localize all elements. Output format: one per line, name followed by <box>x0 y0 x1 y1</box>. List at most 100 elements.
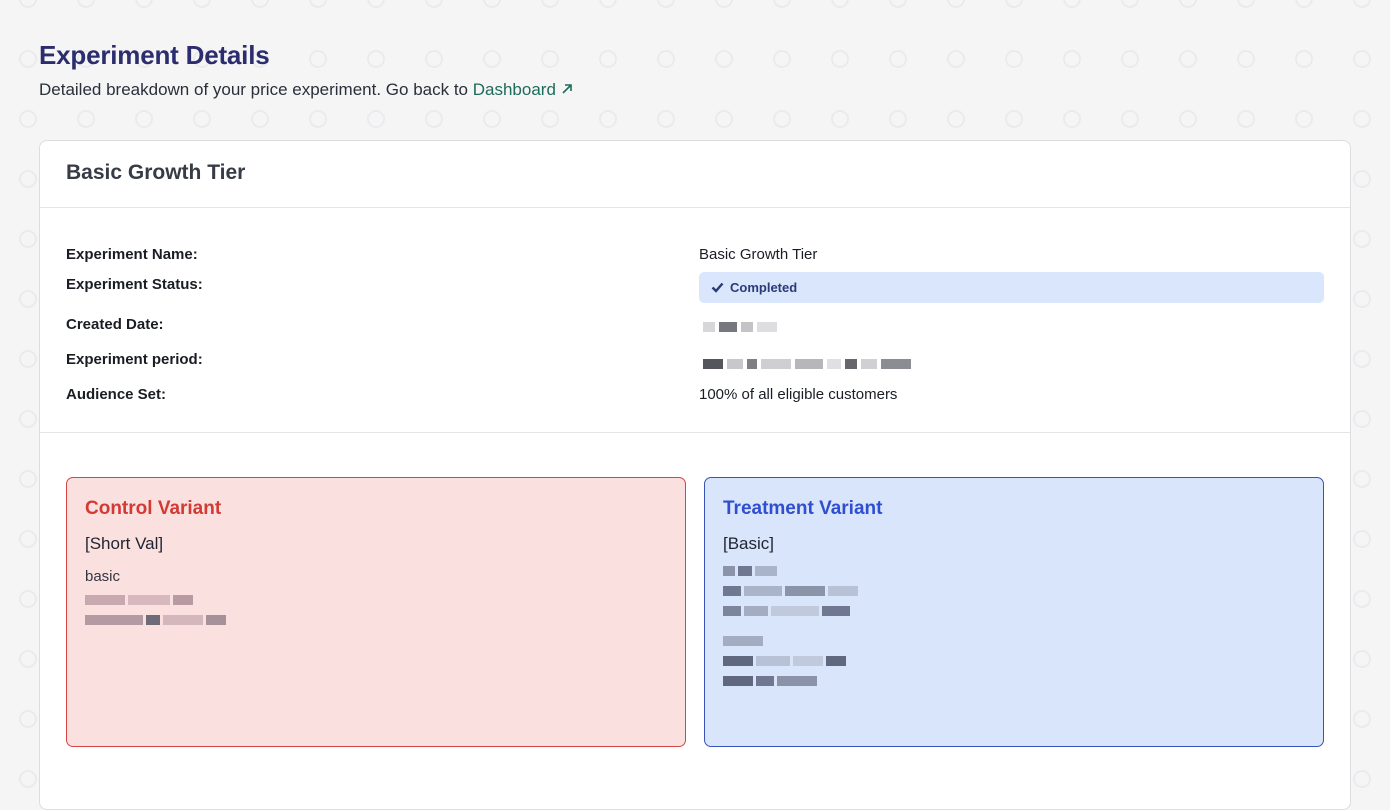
background-pattern-dot <box>889 50 907 68</box>
background-pattern-dot <box>947 110 965 128</box>
background-pattern-dot <box>1353 0 1371 8</box>
background-pattern-dot <box>19 710 37 728</box>
background-pattern-dot <box>1121 50 1139 68</box>
background-pattern-dot <box>541 110 559 128</box>
background-pattern-dot <box>19 50 37 68</box>
background-pattern-dot <box>19 290 37 308</box>
background-pattern-dot <box>367 110 385 128</box>
background-pattern-dot <box>19 110 37 128</box>
created-date-value-redacted <box>703 322 777 332</box>
background-pattern-dot <box>1063 0 1081 8</box>
background-pattern-dot <box>831 50 849 68</box>
experiment-card: Basic Growth Tier Experiment Name: Basic… <box>39 140 1351 810</box>
background-pattern-dot <box>483 110 501 128</box>
control-variant-subtitle: [Short Val] <box>85 534 164 553</box>
dashboard-link-label[interactable]: Dashboard <box>473 80 556 99</box>
check-icon <box>711 282 724 293</box>
experiment-period-label: Experiment period: <box>66 351 203 368</box>
background-pattern-dot <box>19 230 37 248</box>
background-pattern-dot <box>19 0 37 8</box>
background-pattern-dot <box>1353 350 1371 368</box>
background-pattern-dot <box>1295 110 1313 128</box>
status-text: Completed <box>730 280 798 295</box>
background-pattern-dot <box>193 0 211 8</box>
background-pattern-dot <box>1353 710 1371 728</box>
audience-set-label: Audience Set: <box>66 386 167 403</box>
background-pattern-dot <box>1353 110 1371 128</box>
background-pattern-dot <box>1179 0 1197 8</box>
background-pattern-dot <box>1063 50 1081 68</box>
background-pattern-dot <box>541 50 559 68</box>
background-pattern-dot <box>309 50 327 68</box>
treatment-variant-subtitle: [Basic] <box>723 534 775 553</box>
dashboard-link[interactable]: Dashboard <box>473 80 573 99</box>
background-pattern-dot <box>889 110 907 128</box>
background-pattern-dot <box>1179 110 1197 128</box>
background-pattern-dot <box>599 50 617 68</box>
background-pattern-dot <box>425 50 443 68</box>
background-pattern-dot <box>1353 470 1371 488</box>
experiment-status-label: Experiment Status: <box>66 276 203 293</box>
background-pattern-dot <box>135 0 153 8</box>
background-pattern-dot <box>1237 110 1255 128</box>
background-pattern-dot <box>1353 530 1371 548</box>
control-variant-line: basic <box>85 568 121 585</box>
background-pattern-dot <box>19 770 37 788</box>
page-subtitle: Detailed breakdown of your price experim… <box>39 80 573 100</box>
background-pattern-dot <box>831 0 849 8</box>
background-pattern-dot <box>1353 410 1371 428</box>
background-pattern-dot <box>541 0 559 8</box>
background-pattern-dot <box>1005 110 1023 128</box>
background-pattern-dot <box>1179 50 1197 68</box>
background-pattern-dot <box>309 110 327 128</box>
background-pattern-dot <box>715 50 733 68</box>
background-pattern-dot <box>657 110 675 128</box>
background-pattern-dot <box>425 0 443 8</box>
background-pattern-dot <box>251 0 269 8</box>
background-pattern-dot <box>77 110 95 128</box>
background-pattern-dot <box>657 0 675 8</box>
background-pattern-dot <box>773 50 791 68</box>
background-pattern-dot <box>309 0 327 8</box>
background-pattern-dot <box>715 0 733 8</box>
control-variant-title: Control Variant <box>85 498 222 519</box>
background-pattern-dot <box>889 0 907 8</box>
background-pattern-dot <box>1237 0 1255 8</box>
arrow-up-right-icon[interactable] <box>561 80 573 99</box>
background-pattern-dot <box>773 110 791 128</box>
background-pattern-dot <box>1005 50 1023 68</box>
background-pattern-dot <box>193 110 211 128</box>
treatment-variant-redacted <box>723 566 1305 686</box>
background-pattern-dot <box>657 50 675 68</box>
background-pattern-dot <box>715 110 733 128</box>
background-pattern-dot <box>1005 0 1023 8</box>
background-pattern-dot <box>947 0 965 8</box>
background-pattern-dot <box>483 0 501 8</box>
experiment-period-value-redacted <box>703 359 911 369</box>
control-variant-card: Control Variant [Short Val] basic <box>66 477 686 747</box>
card-header: Basic Growth Tier <box>40 141 1350 208</box>
background-pattern-dot <box>599 0 617 8</box>
background-pattern-dot <box>425 110 443 128</box>
background-pattern-dot <box>19 650 37 668</box>
background-pattern-dot <box>1353 770 1371 788</box>
background-pattern-dot <box>773 0 791 8</box>
background-pattern-dot <box>251 110 269 128</box>
background-pattern-dot <box>135 110 153 128</box>
background-pattern-dot <box>1353 170 1371 188</box>
page-subtitle-text: Detailed breakdown of your price experim… <box>39 80 469 99</box>
background-pattern-dot <box>1353 290 1371 308</box>
background-pattern-dot <box>483 50 501 68</box>
card-title: Basic Growth Tier <box>66 161 246 184</box>
experiment-name-label: Experiment Name: <box>66 246 198 263</box>
background-pattern-dot <box>1353 230 1371 248</box>
experiment-details: Experiment Name: Basic Growth Tier Exper… <box>40 208 1350 433</box>
treatment-variant-title: Treatment Variant <box>723 498 883 519</box>
background-pattern-dot <box>77 0 95 8</box>
background-pattern-dot <box>1063 110 1081 128</box>
background-pattern-dot <box>367 50 385 68</box>
background-pattern-dot <box>599 110 617 128</box>
background-pattern-dot <box>1121 0 1139 8</box>
background-pattern-dot <box>19 350 37 368</box>
background-pattern-dot <box>19 530 37 548</box>
